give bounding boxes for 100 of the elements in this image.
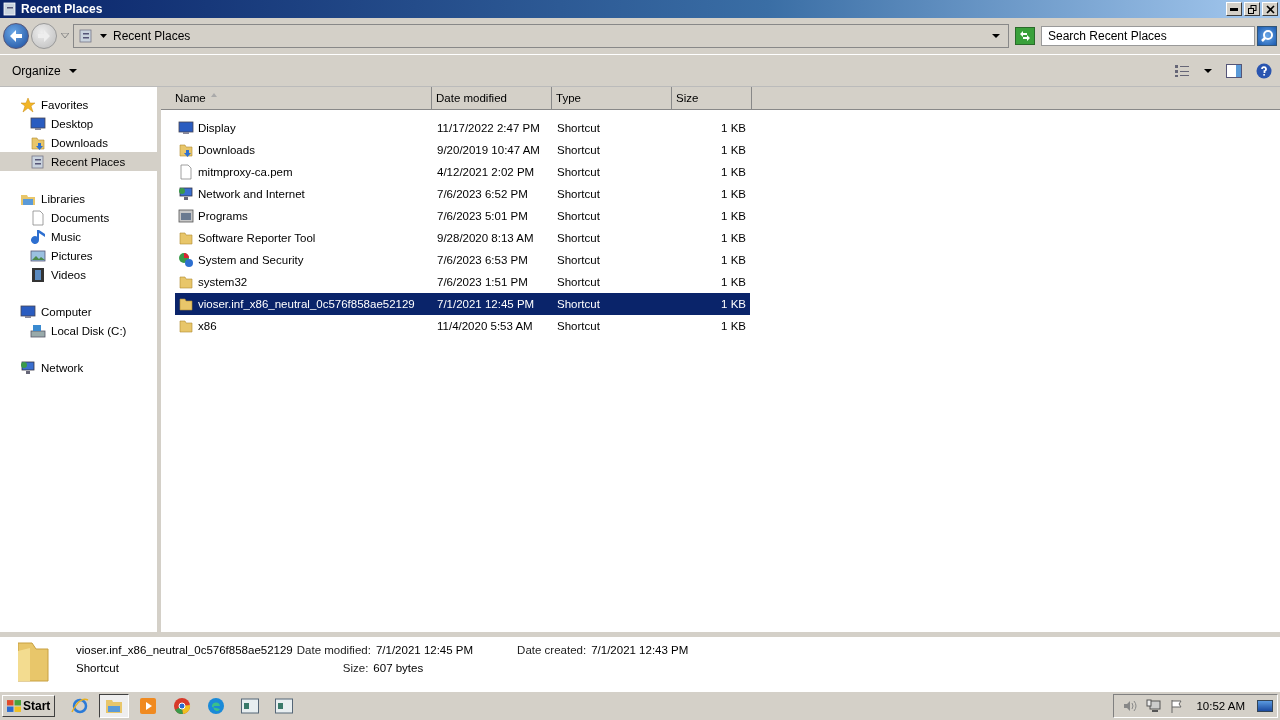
date-text: 7/6/2023 5:01 PM [437, 210, 528, 222]
chrome-icon [173, 698, 192, 714]
minimize-button[interactable] [1226, 2, 1242, 16]
file-row[interactable]: mitmproxy-ca.pem 4/12/2021 2:02 PM Shortcut 1 KB [175, 161, 750, 183]
minimize-icon [1230, 7, 1238, 11]
sidebar-item[interactable]: Computer [0, 302, 157, 321]
date-text: 9/20/2019 10:47 AM [437, 144, 540, 156]
file-name: Software Reporter Tool [198, 232, 316, 244]
file-row[interactable]: Network and Internet 7/6/2023 6:52 PM Shortcut 1 KB [175, 183, 750, 205]
close-button[interactable] [1262, 2, 1278, 16]
date-text: 11/17/2022 2:47 PM [437, 122, 540, 134]
film-icon [30, 266, 46, 283]
file-name: system32 [198, 276, 248, 288]
sidebar-item[interactable]: Favorites [0, 95, 157, 114]
size-text: 1 KB [721, 254, 746, 266]
address-field[interactable]: Recent Places [73, 24, 1009, 48]
sidebar-item[interactable]: Local Disk (C:) [0, 321, 157, 340]
column-header[interactable]: Type [552, 87, 672, 109]
type-text: Shortcut [557, 122, 600, 134]
refresh-button[interactable] [1015, 27, 1035, 45]
taskbar-button[interactable] [99, 694, 130, 718]
folder-icon [178, 318, 194, 334]
caret-icon[interactable] [1204, 68, 1212, 73]
sidebar-item[interactable]: Desktop [0, 114, 157, 133]
sidebar-item[interactable]: Documents [0, 208, 157, 227]
field-label: Size: [342, 662, 369, 674]
sort-arrow-icon [211, 93, 217, 97]
column-header[interactable]: Name [161, 87, 432, 109]
view-options-icon[interactable] [1174, 63, 1190, 78]
size-text: 1 KB [721, 298, 746, 310]
sidebar-item[interactable]: Network [0, 358, 157, 377]
restore-icon [1247, 4, 1257, 14]
sidebar-item[interactable]: Music [0, 227, 157, 246]
sidebar-item[interactable]: Recent Places [0, 152, 157, 171]
field-label: Date created: [517, 644, 587, 656]
file-row[interactable]: Display 11/17/2022 2:47 PM Shortcut 1 KB [175, 117, 750, 139]
breadcrumb-caret-icon[interactable] [100, 34, 107, 38]
clock[interactable]: 10:52 AM [1196, 700, 1245, 712]
file-row[interactable]: Software Reporter Tool 9/28/2020 8:13 AM Shortcut 1 KB [175, 227, 750, 249]
window-icon [2, 1, 18, 17]
show-desktop-button[interactable] [1257, 700, 1273, 712]
field-value: 7/1/2021 12:43 PM [591, 644, 689, 656]
help-icon[interactable] [1256, 62, 1272, 79]
organize-button[interactable]: Organize [6, 61, 83, 80]
search-button[interactable] [1257, 26, 1277, 46]
file-row[interactable]: System and Security 7/6/2023 6:53 PM Shortcut 1 KB [175, 249, 750, 271]
preview-pane-icon[interactable] [1226, 63, 1242, 78]
type-text: Shortcut [557, 254, 600, 266]
close-icon [1265, 4, 1275, 14]
sidebar-item[interactable]: Libraries [0, 189, 157, 208]
picture-icon [30, 247, 46, 264]
network-icon[interactable] [1146, 699, 1163, 713]
file-name: System and Security [198, 254, 304, 266]
file-row[interactable]: system32 7/6/2023 1:51 PM Shortcut 1 KB [175, 271, 750, 293]
file-row[interactable]: x86 11/4/2020 5:53 AM Shortcut 1 KB [175, 315, 750, 337]
file-row[interactable]: vioser.inf_x86_neutral_0c576f858ae52129 7/1/2021 12:45 PM Shortcut 1 KB [175, 293, 750, 315]
type-text: Shortcut [557, 232, 600, 244]
search-field[interactable]: Search Recent Places [1041, 26, 1255, 46]
sidebar-item[interactable]: Downloads [0, 133, 157, 152]
type-text: Shortcut [557, 144, 600, 156]
play-icon [139, 698, 158, 714]
file-name: Downloads [198, 144, 255, 156]
column-header[interactable]: Date modified [432, 87, 552, 109]
date-text: 7/6/2023 6:53 PM [437, 254, 528, 266]
edge-icon [207, 698, 226, 714]
disk-icon [30, 322, 46, 339]
date-text: 4/12/2021 2:02 PM [437, 166, 535, 178]
music-note-icon [30, 228, 46, 245]
type-text: Shortcut [557, 298, 600, 310]
folder-icon [178, 296, 194, 312]
sidebar-item[interactable]: Videos [0, 265, 157, 284]
back-button[interactable] [3, 23, 29, 49]
sidebar-item[interactable]: Pictures [0, 246, 157, 265]
date-text: 7/6/2023 6:52 PM [437, 188, 528, 200]
document-list-icon [78, 28, 94, 44]
window-icon [178, 208, 194, 224]
network-icon [20, 359, 36, 376]
folder-icon [178, 230, 194, 246]
window-icon [241, 698, 260, 714]
file-row[interactable]: Programs 7/6/2023 5:01 PM Shortcut 1 KB [175, 205, 750, 227]
monitor-icon [20, 303, 36, 320]
window-icon [275, 698, 294, 714]
folder-icon [30, 134, 46, 151]
caret-icon [68, 68, 77, 73]
column-header[interactable]: Size [672, 87, 752, 109]
size-text: 1 KB [721, 122, 746, 134]
file-name: x86 [198, 320, 217, 332]
flag-icon[interactable] [1170, 699, 1185, 713]
type-text: Shortcut [557, 166, 600, 178]
file-row[interactable]: Downloads 9/20/2019 10:47 AM Shortcut 1 KB [175, 139, 750, 161]
window-title: Recent Places [21, 2, 104, 16]
caret-icon[interactable] [992, 34, 1000, 38]
date-text: 7/1/2021 12:45 PM [437, 298, 535, 310]
start-button[interactable]: Start [2, 695, 56, 717]
file-name: Programs [198, 210, 248, 222]
date-text: 7/6/2023 1:51 PM [437, 276, 528, 288]
date-text: 9/28/2020 8:13 AM [437, 232, 534, 244]
back-arrow-icon [10, 30, 22, 42]
restore-button[interactable] [1244, 2, 1260, 16]
type-text: Shortcut [557, 188, 600, 200]
